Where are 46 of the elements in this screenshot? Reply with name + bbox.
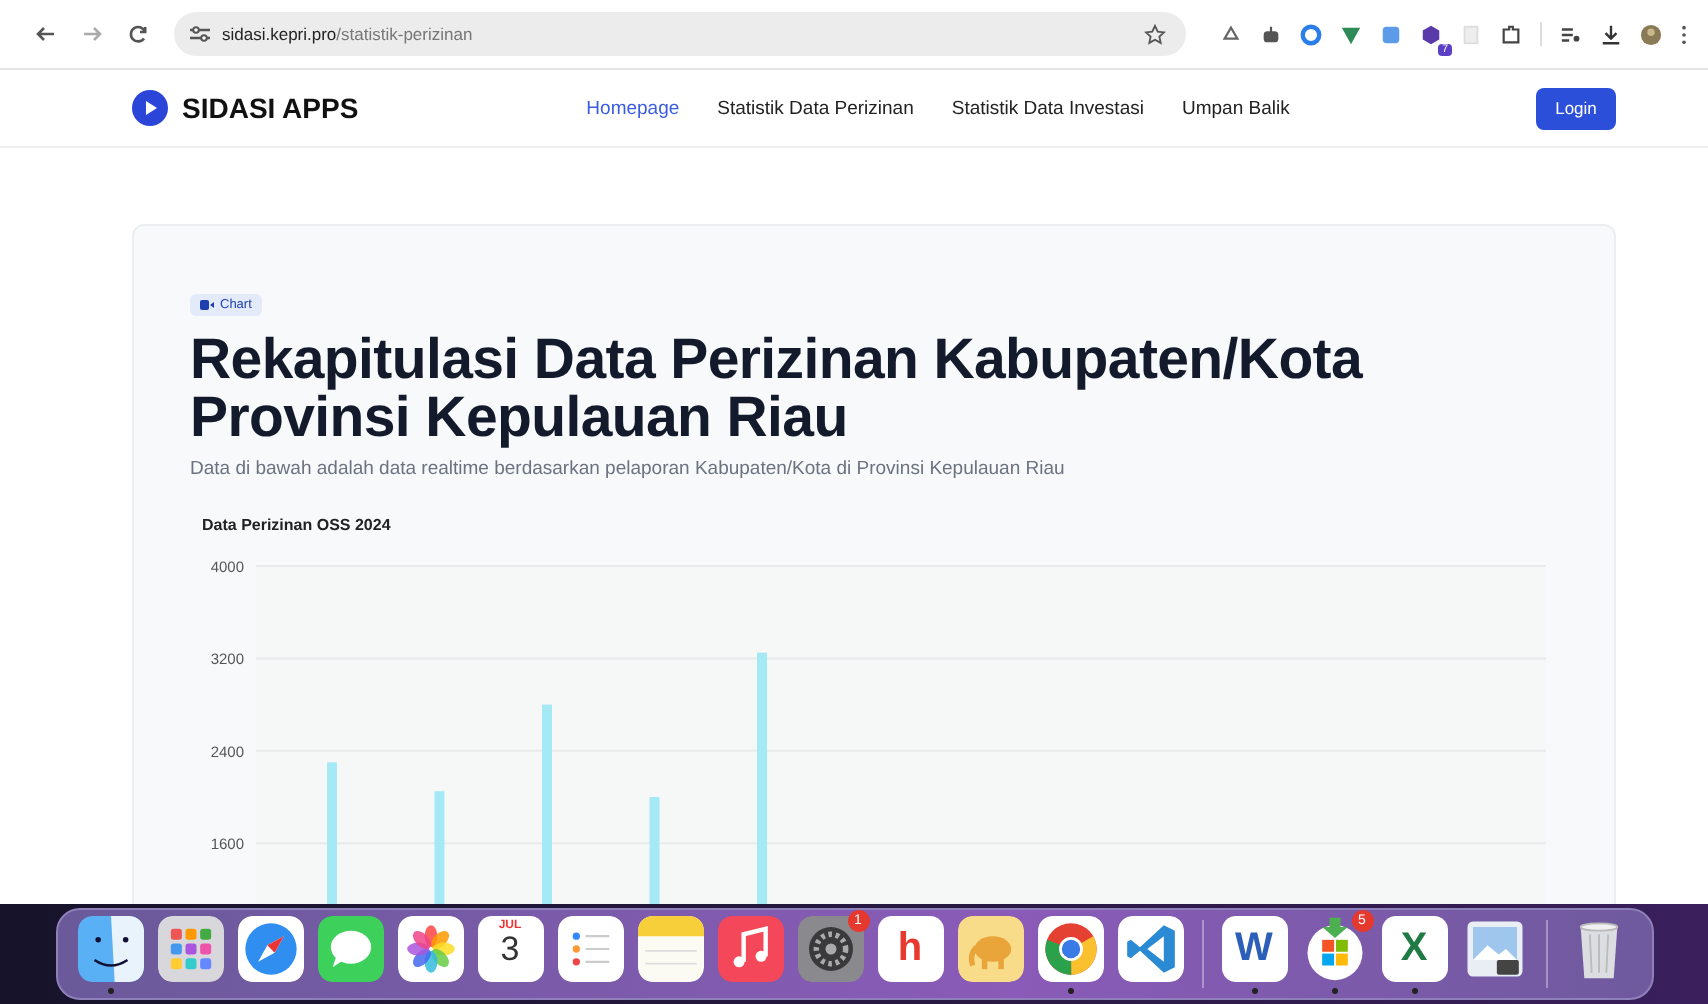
checklist-icon[interactable] [557, 915, 623, 981]
page-title: Rekapitulasi Data Perizinan Kabupaten/Kota Provinsi Kepulauan Riau [190, 332, 1365, 448]
browser-icon[interactable] [1037, 915, 1103, 981]
app-icon[interactable]: X [1381, 915, 1447, 981]
back-icon[interactable] [36, 24, 56, 44]
nav-link[interactable]: Statistik Data Investasi [951, 97, 1144, 119]
page-subtitle: Data di bawah adalah data realtime berdasarkan pelaporan Kabupaten/Kota di Provinsi Kepulauan Riau [190, 458, 1067, 480]
compass-icon[interactable] [237, 915, 303, 981]
bar [434, 791, 445, 904]
site-settings-icon[interactable] [190, 26, 210, 42]
nav-link[interactable]: Statistik Data Perizinan [717, 97, 914, 119]
bar [327, 762, 337, 904]
chart-title: Data Perizinan OSS 2024 [202, 516, 393, 534]
hexagon-icon[interactable] [1420, 23, 1442, 45]
playlist-icon[interactable] [1560, 23, 1582, 45]
login-button[interactable]: Login [1536, 87, 1616, 129]
app-icon[interactable]: h [877, 915, 943, 981]
play-logo-icon [132, 90, 168, 126]
bookmark-star-icon[interactable] [1144, 23, 1166, 45]
robot-icon[interactable] [1260, 23, 1282, 45]
more-menu-icon[interactable] [1680, 23, 1688, 45]
profile-avatar-icon[interactable] [1640, 23, 1662, 45]
download-icon[interactable] [1600, 23, 1622, 45]
notepad-icon[interactable] [637, 915, 703, 981]
calendar-day: 3 [500, 931, 520, 967]
music-note-icon[interactable] [717, 915, 783, 981]
puzzle-icon[interactable] [1500, 23, 1522, 45]
speech-bubble-icon[interactable] [317, 915, 383, 981]
nav-link[interactable]: Homepage [586, 97, 680, 119]
bar [649, 797, 660, 904]
ring-icon[interactable] [1300, 23, 1322, 45]
brand-name[interactable]: SIDASI APPS [182, 92, 359, 124]
v-shape-icon[interactable] [1340, 23, 1362, 45]
ribbon-icon[interactable] [1117, 915, 1183, 981]
app-grid-icon[interactable] [157, 915, 223, 981]
elephant-icon[interactable] [957, 915, 1023, 981]
smiling-face-icon[interactable] [77, 915, 143, 981]
address-bar[interactable]: sidasi.kepri.pro/statistik-perizinan [174, 12, 1186, 56]
url-host: sidasi.kepri.pro [222, 24, 337, 44]
nav-link[interactable]: Umpan Balik [1181, 97, 1290, 119]
reload-icon[interactable] [128, 24, 148, 44]
square-icon[interactable] [1380, 23, 1402, 45]
flower-icon[interactable] [397, 915, 463, 981]
gear-icon[interactable] [797, 915, 863, 981]
app-icon[interactable]: W [1221, 915, 1287, 981]
url-path: /statistik-perizinan [336, 24, 473, 44]
